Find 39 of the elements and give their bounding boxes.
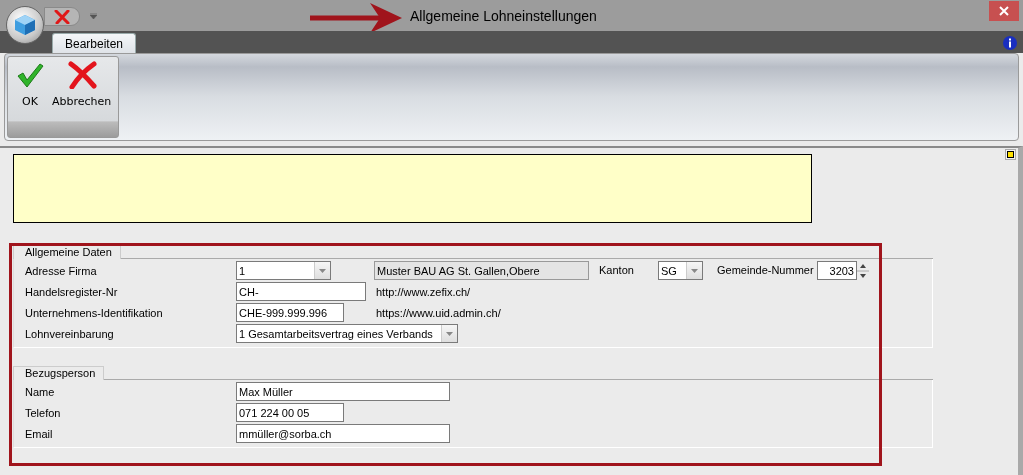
web-link[interactable]: https://www.uid.admin.ch/	[376, 306, 501, 319]
window-title: Allgemeine Lohneinstellungen	[410, 8, 597, 24]
resize-handle[interactable]	[1005, 149, 1016, 160]
cube-icon	[12, 12, 38, 38]
field-label: Gemeinde-Nummer	[717, 263, 813, 278]
field-label: Email	[24, 427, 54, 440]
field-label: Handelsregister-Nr	[24, 285, 119, 298]
text-field[interactable]: Max Müller	[236, 382, 450, 401]
text-field[interactable]: mmüller@sorba.ch	[236, 424, 450, 443]
text-field[interactable]: 071 224 00 05	[236, 403, 344, 422]
dropdown-field[interactable]: 1 Gesamtarbeitsvertrag eines Verbands	[236, 324, 458, 343]
cross-icon	[54, 9, 70, 24]
dropdown-field[interactable]: SG	[658, 261, 703, 280]
dropdown-field[interactable]: 1	[236, 261, 331, 280]
ribbon-button[interactable]: OK	[14, 61, 46, 137]
field-label: Kanton	[599, 263, 635, 278]
cross-icon	[66, 61, 97, 89]
group-title: Allgemeine Daten	[13, 245, 121, 259]
field-label: Telefon	[24, 406, 62, 419]
ribbon-button[interactable]: Abbrechen	[50, 61, 114, 137]
app-menu-button[interactable]	[6, 6, 44, 44]
ribbon-tab[interactable]: Bearbeiten	[52, 33, 137, 53]
dropdown-icon[interactable]	[90, 13, 97, 19]
close-button[interactable]	[989, 1, 1019, 21]
readonly-field: Muster BAU AG St. Gallen,Obere	[374, 261, 589, 280]
caret-icon	[691, 268, 698, 273]
info-icon[interactable]	[1003, 36, 1017, 50]
web-link[interactable]: http://www.zefix.ch/	[376, 285, 471, 298]
field-label: Lohnvereinbarung	[24, 327, 115, 340]
caret-icon	[319, 268, 326, 273]
close-icon	[999, 6, 1009, 16]
caret-icon	[446, 331, 453, 336]
group-title: Bezugsperson	[13, 366, 105, 380]
text-field[interactable]: CHE-999.999.996	[236, 303, 344, 322]
field-label: Unternehmens-Identifikation	[24, 306, 164, 319]
text-field[interactable]: CH-	[236, 282, 366, 301]
checkmark-icon	[16, 61, 44, 89]
field-label: Adresse Firma	[24, 264, 98, 277]
field-label: Name	[24, 385, 56, 398]
